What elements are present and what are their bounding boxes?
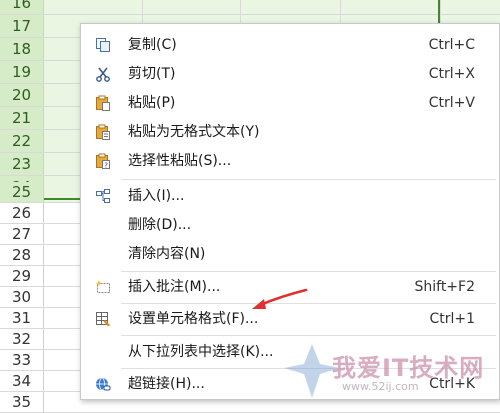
menu-item-clear-contents[interactable]: 清除内容(N) (81, 240, 499, 268)
paste-special-icon: ? (93, 151, 113, 171)
row-header[interactable]: 35 (0, 392, 44, 412)
row-header[interactable]: 18 (0, 38, 44, 60)
row-header[interactable]: 28 (0, 245, 44, 265)
menu-item-label: 复制(C) (128, 37, 177, 53)
menu-item-label: 删除(D)... (128, 217, 192, 233)
menu-item-cut[interactable]: 剪切(T) Ctrl+X (81, 60, 499, 88)
menu-separator (121, 179, 496, 180)
menu-item-label: 清除内容(N) (128, 246, 206, 262)
menu-item-shortcut: Ctrl+1 (429, 311, 475, 327)
row-header[interactable]: 26 (0, 203, 44, 223)
menu-item-label: 剪切(T) (128, 66, 176, 82)
menu-item-shortcut: Ctrl+X (428, 66, 475, 82)
watermark: 我爱IT技术网 www.52ij.com (282, 340, 497, 400)
row-header[interactable]: 25 (0, 182, 44, 202)
format-cells-icon (93, 309, 113, 329)
watermark-url: www.52ij.com (342, 380, 419, 393)
insert-icon (93, 186, 113, 206)
watermark-title: 我爱IT技术网 (332, 354, 485, 382)
row-header[interactable]: 34 (0, 371, 44, 391)
paste-icon (93, 93, 113, 113)
comment-icon (93, 277, 113, 297)
menu-item-shortcut: Shift+F2 (414, 279, 475, 295)
row-header[interactable]: 16 (0, 0, 44, 14)
menu-item-label: 粘贴(P) (128, 95, 176, 111)
menu-item-delete[interactable]: 删除(D)... (81, 211, 499, 239)
menu-item-label: 插入批注(M)... (128, 279, 221, 295)
row-header[interactable]: 27 (0, 224, 44, 244)
svg-text:?: ? (104, 162, 108, 170)
row-header[interactable]: 19 (0, 61, 44, 83)
annotation-arrow-icon (252, 288, 308, 309)
row-header[interactable]: 29 (0, 266, 44, 286)
row-header[interactable]: 21 (0, 107, 44, 129)
menu-separator (121, 271, 496, 272)
row-header[interactable]: 23 (0, 153, 44, 175)
menu-item-label: 从下拉列表中选择(K)... (128, 344, 274, 360)
menu-item-label: 超链接(H)... (128, 376, 205, 392)
menu-item-label: 粘贴为无格式文本(Y) (128, 124, 260, 140)
menu-item-shortcut: Ctrl+V (428, 95, 475, 111)
menu-item-label: 选择性粘贴(S)... (128, 153, 232, 169)
menu-item-paste-special[interactable]: ? 选择性粘贴(S)... (81, 147, 499, 175)
menu-item-shortcut: Ctrl+C (428, 37, 475, 53)
row-header[interactable]: 30 (0, 287, 44, 307)
menu-item-insert[interactable]: 插入(I)... (81, 182, 499, 210)
row-header[interactable]: 17 (0, 15, 44, 37)
scissors-icon (93, 64, 113, 84)
menu-item-label: 设置单元格格式(F)... (128, 311, 259, 327)
row-header[interactable]: 31 (0, 308, 44, 328)
menu-separator (121, 335, 496, 336)
menu-item-label: 插入(I)... (128, 188, 185, 204)
hyperlink-icon (93, 374, 113, 394)
menu-item-copy[interactable]: 复制(C) Ctrl+C (81, 31, 499, 59)
menu-item-paste[interactable]: 粘贴(P) Ctrl+V (81, 89, 499, 117)
menu-item-paste-plain-text[interactable]: 粘贴为无格式文本(Y) (81, 118, 499, 146)
row-header[interactable]: 32 (0, 329, 44, 349)
menu-separator (121, 303, 496, 304)
copy-icon (93, 35, 113, 55)
row-header[interactable]: 20 (0, 84, 44, 106)
row-header[interactable]: 33 (0, 350, 44, 370)
row-header[interactable]: 22 (0, 130, 44, 152)
paste-text-icon (93, 122, 113, 142)
